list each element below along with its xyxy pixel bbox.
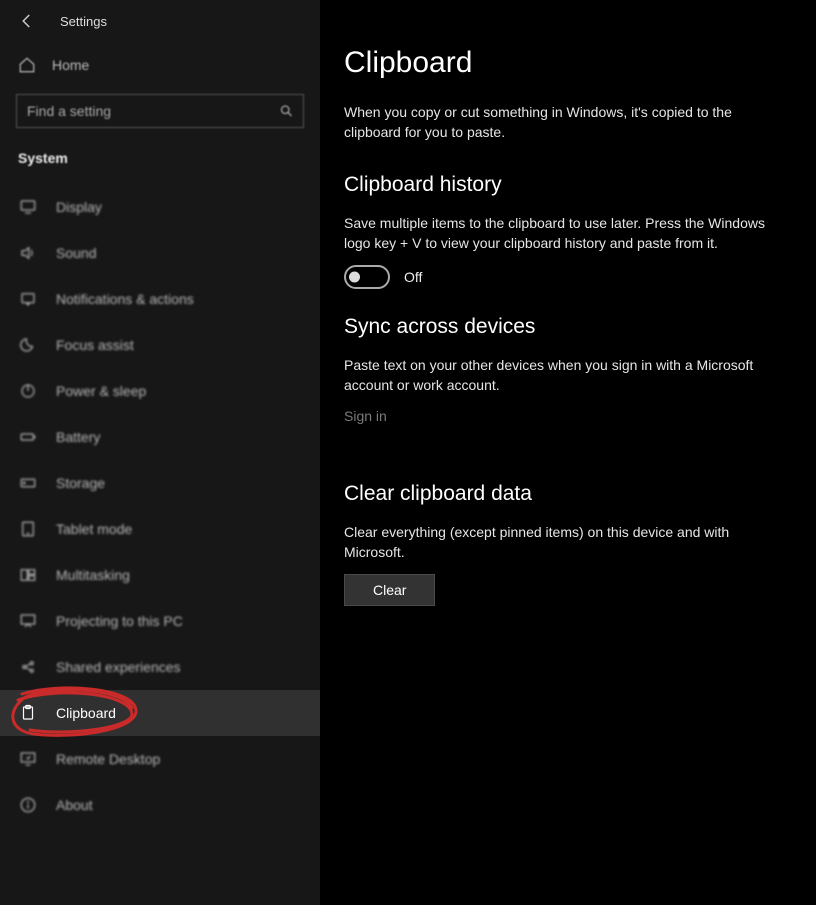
- sidebar-item-label: Multitasking: [56, 567, 130, 583]
- sidebar-item-label: Power & sleep: [56, 383, 146, 399]
- sidebar-item-label: Remote Desktop: [56, 751, 160, 767]
- sidebar-item-label: Sound: [56, 245, 96, 261]
- content-pane: Clipboard When you copy or cut something…: [320, 0, 816, 905]
- display-icon: [18, 198, 38, 216]
- power-icon: [18, 382, 38, 400]
- storage-icon: [18, 474, 38, 492]
- sidebar-item-shared-experiences[interactable]: Shared experiences: [0, 644, 320, 690]
- history-toggle[interactable]: [344, 265, 390, 289]
- sidebar-nav: Display Sound Notifications & actions Focus…: [0, 184, 320, 905]
- back-button[interactable]: [18, 12, 36, 30]
- sidebar-item-label: Projecting to this PC: [56, 613, 183, 629]
- clipboard-icon: [18, 704, 38, 722]
- section-clear-heading: Clear clipboard data: [344, 482, 786, 506]
- sign-in-link[interactable]: Sign in: [344, 408, 387, 424]
- shared-icon: [18, 658, 38, 676]
- tablet-icon: [18, 520, 38, 538]
- section-sync-desc: Paste text on your other devices when yo…: [344, 355, 774, 396]
- info-icon: [18, 796, 38, 814]
- sidebar-item-power-sleep[interactable]: Power & sleep: [0, 368, 320, 414]
- section-history-desc: Save multiple items to the clipboard to …: [344, 213, 774, 254]
- sidebar-item-home[interactable]: Home: [0, 40, 320, 90]
- projecting-icon: [18, 612, 38, 630]
- sidebar-item-multitasking[interactable]: Multitasking: [0, 552, 320, 598]
- titlebar: Settings: [0, 0, 320, 40]
- sidebar-item-label: Notifications & actions: [56, 291, 194, 307]
- sidebar-item-clipboard[interactable]: Clipboard: [0, 690, 320, 736]
- sidebar-item-label: Clipboard: [56, 705, 116, 721]
- battery-icon: [18, 428, 38, 446]
- page-title: Clipboard: [344, 46, 786, 80]
- sidebar-item-label: Storage: [56, 475, 105, 491]
- sound-icon: [18, 244, 38, 262]
- notifications-icon: [18, 290, 38, 308]
- clear-button[interactable]: Clear: [344, 574, 435, 606]
- moon-icon: [18, 336, 38, 354]
- sidebar-item-label: Focus assist: [56, 337, 134, 353]
- section-clear-desc: Clear everything (except pinned items) o…: [344, 522, 774, 563]
- multitasking-icon: [18, 566, 38, 584]
- section-sync-heading: Sync across devices: [344, 315, 786, 339]
- sidebar: Settings Home System Display Sound Notific…: [0, 0, 320, 905]
- home-icon: [18, 56, 36, 74]
- sidebar-item-about[interactable]: About: [0, 782, 320, 828]
- sidebar-item-display[interactable]: Display: [0, 184, 320, 230]
- sidebar-item-label: Display: [56, 199, 102, 215]
- sidebar-item-label: Shared experiences: [56, 659, 181, 675]
- sidebar-category: System: [0, 140, 320, 184]
- sidebar-item-battery[interactable]: Battery: [0, 414, 320, 460]
- section-history-heading: Clipboard history: [344, 173, 786, 197]
- page-intro: When you copy or cut something in Window…: [344, 102, 764, 143]
- sidebar-item-tablet-mode[interactable]: Tablet mode: [0, 506, 320, 552]
- sidebar-item-focus-assist[interactable]: Focus assist: [0, 322, 320, 368]
- search-wrap: [16, 94, 304, 128]
- sidebar-item-label: About: [56, 797, 93, 813]
- sidebar-item-sound[interactable]: Sound: [0, 230, 320, 276]
- sidebar-item-remote-desktop[interactable]: Remote Desktop: [0, 736, 320, 782]
- sidebar-item-storage[interactable]: Storage: [0, 460, 320, 506]
- sidebar-item-label: Battery: [56, 429, 100, 445]
- sidebar-item-label: Tablet mode: [56, 521, 132, 537]
- sidebar-item-projecting-to-this-pc[interactable]: Projecting to this PC: [0, 598, 320, 644]
- app-title: Settings: [60, 14, 107, 29]
- remote-icon: [18, 750, 38, 768]
- search-input[interactable]: [16, 94, 304, 128]
- sidebar-item-notifications-actions[interactable]: Notifications & actions: [0, 276, 320, 322]
- history-toggle-label: Off: [404, 269, 422, 285]
- home-label: Home: [52, 57, 89, 73]
